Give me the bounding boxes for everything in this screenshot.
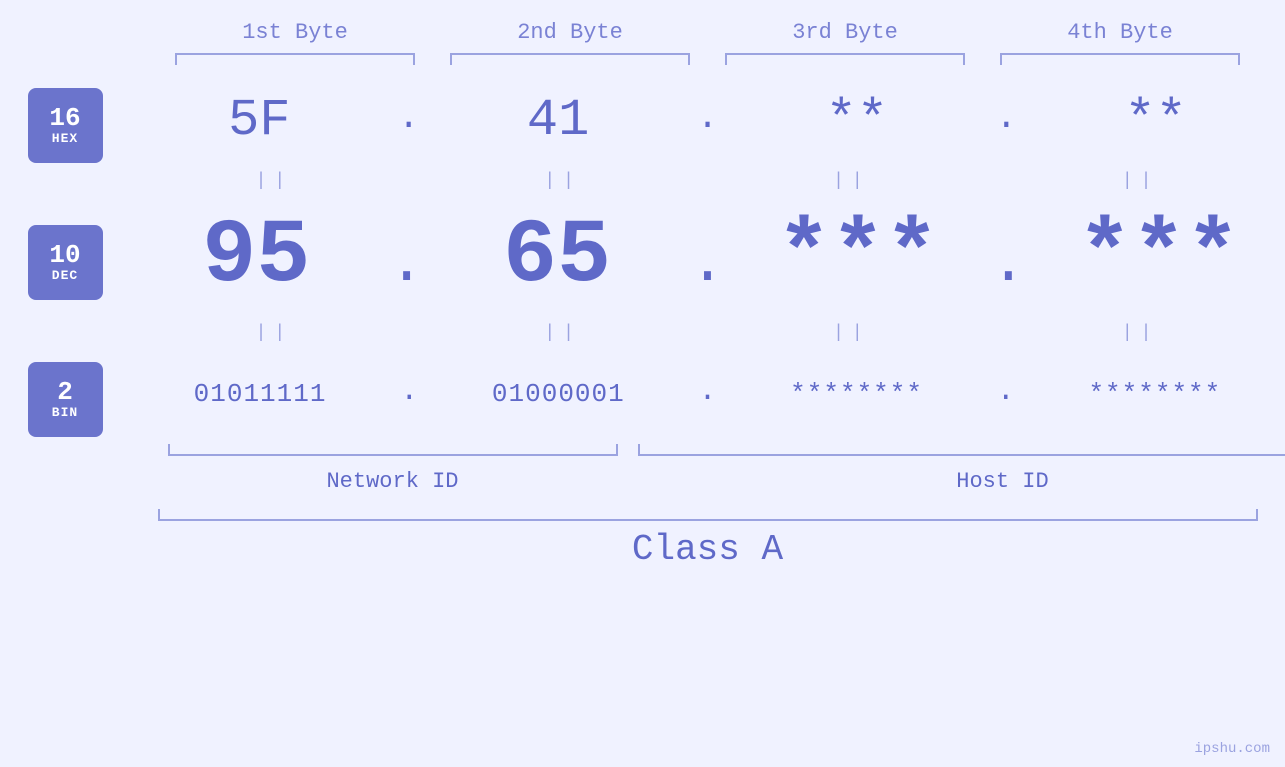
bin-byte1-cell: 01011111 [140, 379, 380, 409]
id-labels: Network ID Host ID [158, 469, 1258, 509]
sep1: || [154, 171, 394, 191]
dec-byte2-value: 65 [503, 206, 611, 308]
dec-data-row: 95 . 65 . *** . *** [130, 197, 1285, 317]
dec-badge: 10 DEC [28, 225, 103, 300]
bin-dot2: . [698, 349, 716, 439]
byte3-header: 3rd Byte [725, 20, 965, 45]
byte4-header: 4th Byte [1000, 20, 1240, 45]
bin-badge-num: 2 [57, 379, 73, 405]
network-bracket [168, 444, 618, 456]
bin-label-col: 2 BIN [0, 352, 130, 437]
watermark: ipshu.com [1194, 741, 1270, 757]
dec-byte1-value: 95 [202, 206, 310, 308]
hex-byte4-cell: ** [1036, 91, 1276, 150]
hex-label-col: 16 HEX [0, 78, 130, 163]
sep6: || [443, 323, 683, 343]
bin-byte4-cell: ******** [1035, 379, 1275, 409]
sep8: || [1021, 323, 1261, 343]
dec-byte2-cell: 65 [437, 206, 677, 308]
host-bracket [638, 444, 1285, 456]
dec-badge-num: 10 [49, 242, 80, 268]
hex-badge-base: HEX [52, 131, 78, 146]
sep-dec-bin: || || || || [130, 317, 1285, 349]
dec-section: 10 DEC 95 . 65 . *** . *** [0, 197, 1285, 317]
bin-byte2-value: 01000001 [492, 379, 625, 409]
class-bracket [158, 509, 1258, 521]
top-brackets [158, 53, 1258, 65]
bin-byte2-cell: 01000001 [438, 379, 678, 409]
sep3: || [732, 171, 972, 191]
bracket-byte2 [450, 53, 690, 65]
byte2-header: 2nd Byte [450, 20, 690, 45]
bracket-byte3 [725, 53, 965, 65]
hex-byte2-cell: 41 [438, 91, 678, 150]
hex-byte2-value: 41 [527, 91, 589, 150]
dec-byte4-value: *** [1078, 206, 1240, 308]
bin-data-row: 01011111 . 01000001 . ******** . *******… [130, 349, 1285, 439]
class-label: Class A [158, 529, 1258, 570]
dec-byte1-cell: 95 [136, 206, 376, 308]
class-section: Class A [158, 509, 1258, 570]
sep4: || [1021, 171, 1261, 191]
dec-dot2: . [689, 197, 725, 317]
hex-section: 16 HEX 5F . 41 . ** . ** [0, 75, 1285, 165]
bin-dot3: . [997, 349, 1015, 439]
hex-dot1: . [398, 75, 420, 165]
hex-byte3-value: ** [826, 91, 888, 150]
hex-dot3: . [995, 75, 1017, 165]
hex-badge-num: 16 [49, 105, 80, 131]
bottom-brackets [158, 444, 1258, 469]
hex-byte1-cell: 5F [139, 91, 379, 150]
dec-badge-base: DEC [52, 268, 78, 283]
hex-byte3-cell: ** [737, 91, 977, 150]
byte-headers: 1st Byte 2nd Byte 3rd Byte 4th Byte [158, 20, 1258, 45]
network-id-label: Network ID [168, 469, 618, 494]
hex-byte4-value: ** [1124, 91, 1186, 150]
dec-label-col: 10 DEC [0, 215, 130, 300]
bin-dot1: . [400, 349, 418, 439]
hex-byte1-value: 5F [228, 91, 290, 150]
hex-data-row: 5F . 41 . ** . ** [130, 75, 1285, 165]
dec-byte3-cell: *** [738, 206, 978, 308]
bracket-byte1 [175, 53, 415, 65]
bin-badge: 2 BIN [28, 362, 103, 437]
sep2: || [443, 171, 683, 191]
bin-byte3-cell: ******** [737, 379, 977, 409]
dec-byte3-value: *** [777, 206, 939, 308]
dec-dot3: . [990, 197, 1026, 317]
bin-badge-base: BIN [52, 405, 78, 420]
bin-byte3-value: ******** [790, 379, 923, 409]
hex-dot2: . [697, 75, 719, 165]
bin-byte4-value: ******** [1088, 379, 1221, 409]
sep7: || [732, 323, 972, 343]
bracket-byte4 [1000, 53, 1240, 65]
hex-badge: 16 HEX [28, 88, 103, 163]
host-id-label: Host ID [638, 469, 1285, 494]
bin-section: 2 BIN 01011111 . 01000001 . ******** . *… [0, 349, 1285, 439]
dec-byte4-cell: *** [1039, 206, 1279, 308]
dec-dot1: . [389, 197, 425, 317]
bin-byte1-value: 01011111 [194, 379, 327, 409]
sep5: || [154, 323, 394, 343]
byte1-header: 1st Byte [175, 20, 415, 45]
sep-hex-dec: || || || || [130, 165, 1285, 197]
